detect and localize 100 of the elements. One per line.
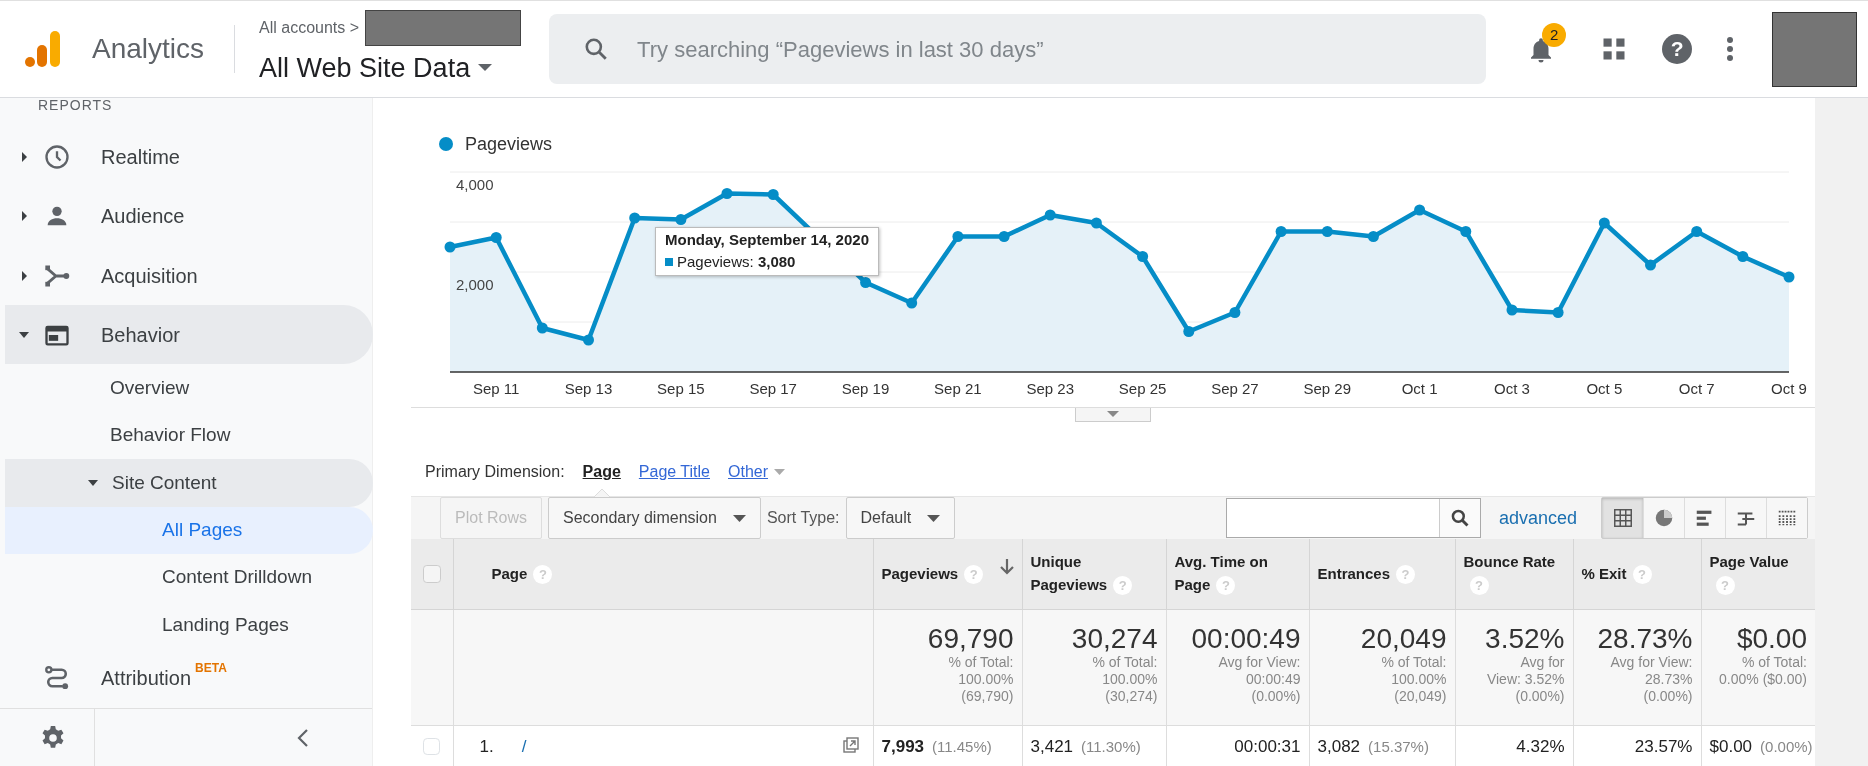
column-header[interactable]: Page ? xyxy=(453,539,873,609)
row-checkbox[interactable] xyxy=(423,737,441,755)
nav-item[interactable]: Overview xyxy=(5,364,373,412)
column-header[interactable]: Unique Pageviews ? xyxy=(1022,539,1166,609)
row-number: 1. xyxy=(479,736,494,756)
sort-type-dropdown[interactable]: Default xyxy=(845,497,956,539)
tooltip-title: Monday, September 14, 2020 xyxy=(665,230,869,250)
table-cell: 3,421 (11.30%) xyxy=(1022,725,1166,766)
data-point[interactable] xyxy=(629,212,641,224)
total-note: % of Total: 100.00% (69,790) xyxy=(947,654,1014,705)
table-cell: 4.32% xyxy=(1455,725,1573,766)
clock-icon xyxy=(43,143,71,172)
nav-item[interactable]: Behavior Flow xyxy=(5,411,373,460)
table-cell: 3,082 (15.37%) xyxy=(1309,725,1455,766)
data-point[interactable] xyxy=(1367,231,1379,242)
total-note: Avg for View: 00:00:49 (0.00%) xyxy=(1217,654,1301,705)
open-link-icon[interactable] xyxy=(842,736,859,753)
advanced-link[interactable]: advanced xyxy=(1498,504,1577,532)
data-point[interactable] xyxy=(583,334,594,346)
axis-label: 4,000 xyxy=(456,176,494,193)
view-toggle-button[interactable] xyxy=(1602,498,1643,538)
axis-label: Sep 23 xyxy=(1026,380,1074,397)
data-point[interactable] xyxy=(906,297,918,309)
table-cell: 7,993 (11.45%) xyxy=(873,725,1022,766)
nav-item[interactable]: Audience xyxy=(5,186,373,247)
search-button[interactable] xyxy=(1438,499,1480,537)
nav-item[interactable]: Behavior xyxy=(5,305,373,365)
data-point[interactable] xyxy=(1645,259,1656,271)
axis-label: Sep 15 xyxy=(657,380,705,397)
page-link[interactable]: / xyxy=(521,736,527,756)
help-button[interactable]: ? xyxy=(1662,34,1693,64)
column-header[interactable]: Bounce Rate ? xyxy=(1455,539,1573,609)
data-point[interactable] xyxy=(444,241,456,253)
select-all-checkbox[interactable] xyxy=(422,564,441,583)
secondary-dimension-dropdown[interactable]: Secondary dimension xyxy=(548,497,761,539)
data-point[interactable] xyxy=(1506,304,1518,316)
data-point[interactable] xyxy=(1044,209,1056,221)
total-value: 3.52% xyxy=(1484,623,1565,655)
sort-type-label: Sort Type: xyxy=(766,508,840,528)
data-point[interactable] xyxy=(675,214,687,225)
legend-label: Pageviews xyxy=(465,132,553,156)
data-point[interactable] xyxy=(860,277,872,288)
nav-item[interactable]: Content Drilldown xyxy=(5,554,373,602)
section-label: REPORTS xyxy=(37,98,114,115)
data-point[interactable] xyxy=(1229,307,1241,318)
collapse-icon[interactable] xyxy=(295,727,311,748)
dimension-option[interactable]: Page xyxy=(582,460,621,484)
more-menu-icon[interactable] xyxy=(1726,36,1735,62)
total-note: Avg for View: 3.52% (0.00%) xyxy=(1485,654,1565,705)
dimension-option[interactable]: Other xyxy=(728,460,785,484)
property-selector[interactable]: All Web Site Data xyxy=(259,47,522,89)
total-note: % of Total: 0.00% ($0.00) xyxy=(1718,654,1807,688)
data-point[interactable] xyxy=(1737,251,1749,262)
nav-item[interactable]: Site Content xyxy=(5,459,373,507)
data-point[interactable] xyxy=(952,231,964,242)
column-header[interactable]: % Exit ? xyxy=(1573,539,1701,609)
axis-label: Sep 11 xyxy=(472,380,520,397)
column-header[interactable]: Page Value ? xyxy=(1701,539,1815,609)
total-value: 00:00:49 xyxy=(1190,623,1301,655)
search-input[interactable]: Try searching “Pageviews in last 30 days” xyxy=(635,31,1456,67)
data-point[interactable] xyxy=(1137,251,1149,262)
table-cell: 00:00:31 xyxy=(1166,725,1309,766)
column-header[interactable]: Avg. Time on Page ? xyxy=(1166,539,1309,609)
total-value: 30,274 xyxy=(1070,623,1158,655)
data-point[interactable] xyxy=(1460,226,1472,237)
data-point[interactable] xyxy=(490,232,502,243)
column-header[interactable]: Entrances ? xyxy=(1309,539,1455,609)
data-point[interactable] xyxy=(1783,271,1795,283)
data-point[interactable] xyxy=(721,188,733,199)
data-point[interactable] xyxy=(1321,226,1333,237)
product-name: Analytics xyxy=(92,32,205,66)
nav-item[interactable]: Landing Pages xyxy=(5,601,373,649)
axis-label: Sep 27 xyxy=(1211,380,1259,397)
table-cell: 23.57% xyxy=(1573,725,1701,766)
data-point[interactable] xyxy=(536,322,548,334)
data-point[interactable] xyxy=(1183,326,1195,337)
column-header[interactable]: Pageviews ? xyxy=(873,539,1022,609)
search-field[interactable]: Try searching “Pageviews in last 30 days” xyxy=(549,14,1487,84)
data-point[interactable] xyxy=(1598,217,1610,229)
data-point[interactable] xyxy=(998,231,1010,242)
nav-item[interactable]: Acquisition xyxy=(5,246,373,306)
settings-icon[interactable] xyxy=(40,724,66,751)
breadcrumb-link[interactable]: All accounts > xyxy=(259,15,360,40)
notifications-button[interactable]: 2 xyxy=(1526,23,1567,67)
total-note: % of Total: 100.00% (30,274) xyxy=(1091,654,1158,705)
axis-label: Sep 25 xyxy=(1118,380,1167,397)
data-point[interactable] xyxy=(1691,226,1703,237)
nav-item[interactable]: Realtime xyxy=(5,127,373,187)
data-point[interactable] xyxy=(1552,307,1564,318)
data-point[interactable] xyxy=(1414,204,1426,216)
collapse-chart-button[interactable] xyxy=(1075,408,1151,422)
axis-label: Sep 21 xyxy=(934,380,982,397)
view-toggle-button[interactable] xyxy=(1766,498,1807,538)
data-point[interactable] xyxy=(767,189,779,200)
data-point[interactable] xyxy=(1090,217,1102,229)
data-point[interactable] xyxy=(1275,226,1287,237)
total-value: 20,049 xyxy=(1359,623,1447,655)
dimension-option[interactable]: Page Title xyxy=(638,460,710,484)
notification-badge: 2 xyxy=(1542,23,1567,47)
nav-item[interactable]: All Pages xyxy=(5,506,373,554)
